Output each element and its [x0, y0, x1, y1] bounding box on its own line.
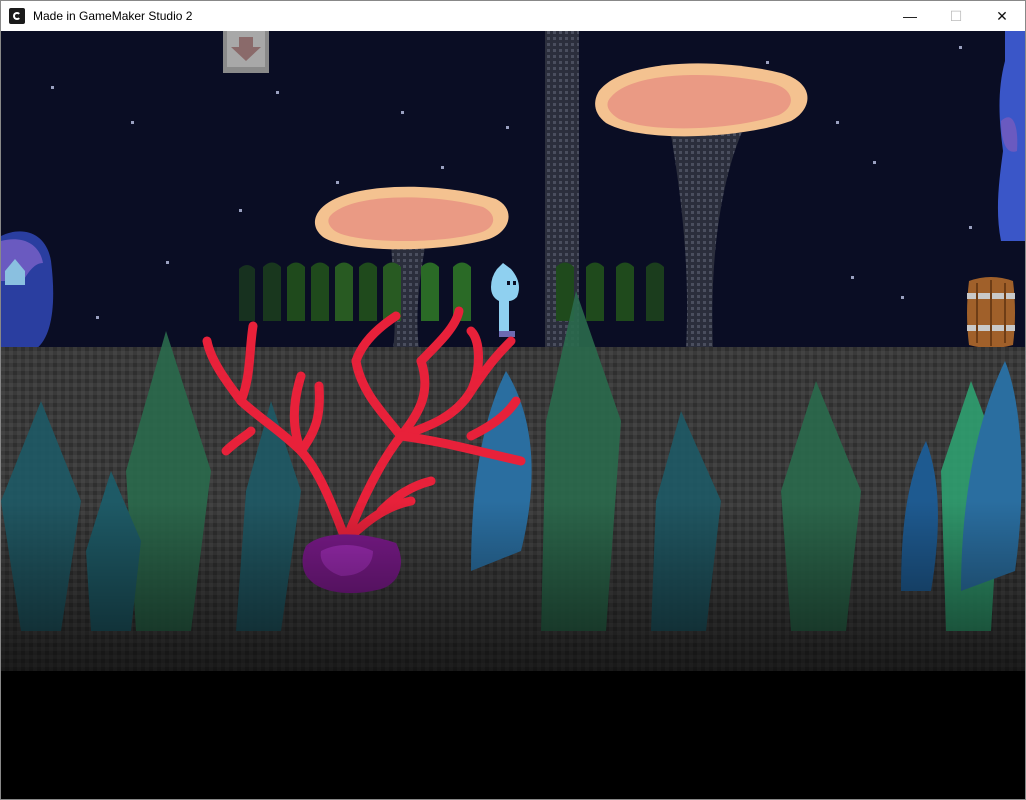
crystal-formation-left [1, 231, 54, 349]
maximize-button[interactable]: ☐ [933, 1, 979, 31]
gamemaker-icon [9, 8, 25, 24]
down-arrow-icon [223, 31, 269, 73]
window-controls: — ☐ ✕ [887, 1, 1025, 31]
window-title: Made in GameMaker Studio 2 [33, 9, 193, 23]
night-sky [1, 31, 1025, 349]
close-button[interactable]: ✕ [979, 1, 1025, 31]
minimize-button[interactable]: — [887, 1, 933, 31]
title-bar[interactable]: Made in GameMaker Studio 2 — ☐ ✕ [1, 1, 1025, 31]
game-canvas[interactable] [1, 31, 1025, 799]
game-scene [1, 31, 1025, 799]
game-window: Made in GameMaker Studio 2 — ☐ ✕ [0, 0, 1026, 800]
barrel [967, 277, 1015, 348]
